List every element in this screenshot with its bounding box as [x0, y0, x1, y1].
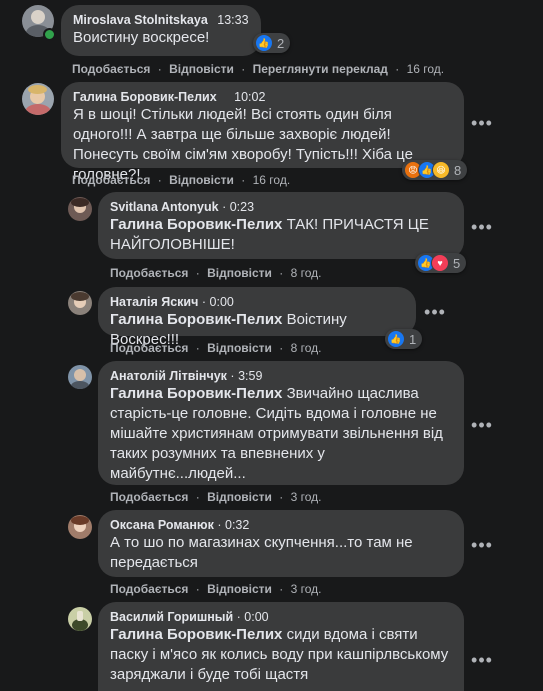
comment-time[interactable]: 10:02: [234, 90, 265, 104]
comment-actions: Подобається · Відповісти · 8 год.: [110, 266, 322, 280]
comment-actions: Подобається · Відповісти · 3 год.: [110, 490, 322, 504]
reaction-count: 2: [277, 35, 285, 51]
reaction-summary[interactable]: 😡 👍 😆 8: [402, 160, 468, 180]
more-options-icon[interactable]: •••: [470, 218, 494, 236]
reaction-count: 1: [409, 331, 417, 347]
comment-author[interactable]: Наталія Яскич: [110, 295, 198, 309]
comment-time[interactable]: 0:00: [244, 610, 268, 624]
comment-time[interactable]: 0:23: [230, 200, 254, 214]
reply-link[interactable]: Відповісти: [207, 582, 272, 596]
comment-age[interactable]: 8 год.: [291, 266, 322, 280]
like-icon: 👍: [387, 330, 405, 348]
comment-author[interactable]: Анатолій Літвінчук: [110, 369, 227, 383]
more-options-icon[interactable]: •••: [470, 416, 494, 434]
reply-link[interactable]: Відповісти: [207, 341, 272, 355]
avatar[interactable]: [68, 197, 92, 221]
comment-age[interactable]: 3 год.: [291, 490, 322, 504]
more-options-icon[interactable]: •••: [470, 651, 494, 669]
comment-time[interactable]: 13:33: [217, 13, 248, 27]
avatar[interactable]: [68, 365, 92, 389]
comment-age[interactable]: 16 год.: [407, 62, 445, 76]
comment-author[interactable]: Miroslava Stolnitskaya: [73, 13, 208, 27]
comment-age[interactable]: 8 год.: [291, 341, 322, 355]
like-link[interactable]: Подобається: [110, 266, 188, 280]
love-icon: ♥: [431, 254, 449, 272]
more-options-icon[interactable]: •••: [470, 536, 494, 554]
like-link[interactable]: Подобається: [72, 62, 150, 76]
comment-bubble: Наталія Яскич · 0:00 Галина Боровик-Пели…: [98, 287, 416, 348]
mentioned-user[interactable]: Галина Боровик-Пелих: [110, 216, 282, 233]
comment-time[interactable]: 0:32: [225, 518, 249, 532]
comment-bubble: Галина Боровик-Пелих 10:02 Я в шоці! Сті…: [61, 82, 464, 183]
more-options-icon[interactable]: •••: [423, 303, 447, 321]
comment-time[interactable]: 3:59: [238, 369, 262, 383]
reaction-summary[interactable]: 👍 ♥ 5: [415, 253, 467, 273]
reply-link[interactable]: Відповісти: [169, 62, 234, 76]
comment-time[interactable]: 0:00: [210, 295, 234, 309]
comment-bubble: Анатолій Літвінчук · 3:59 Галина Боровик…: [98, 361, 464, 485]
comment-author[interactable]: Оксана Романюк: [110, 518, 214, 532]
comment-author[interactable]: Василий Горишный: [110, 610, 233, 624]
avatar[interactable]: [22, 83, 54, 115]
reaction-summary[interactable]: 👍 1: [385, 329, 423, 349]
like-link[interactable]: Подобається: [110, 341, 188, 355]
comment-text: Воистину воскресе!: [73, 29, 210, 46]
comment-age[interactable]: 3 год.: [291, 582, 322, 596]
comment-bubble: Miroslava Stolnitskaya 13:33 Воистину во…: [61, 5, 261, 56]
avatar[interactable]: [68, 515, 92, 539]
comment-age[interactable]: 16 год.: [253, 173, 291, 187]
online-status-indicator: [43, 28, 56, 41]
mentioned-user[interactable]: Галина Боровик-Пелих: [110, 626, 282, 643]
comment-actions: Подобається · Відповісти · 3 год.: [110, 582, 322, 596]
like-link[interactable]: Подобається: [110, 582, 188, 596]
reaction-count: 8: [454, 162, 462, 178]
comment-bubble: Василий Горишный · 0:00 Галина Боровик-П…: [98, 602, 464, 691]
comment-actions: Подобається · Відповісти · 8 год.: [110, 341, 322, 355]
mentioned-user[interactable]: Галина Боровик-Пелих: [110, 385, 282, 402]
comment-author[interactable]: Svitlana Antonyuk: [110, 200, 219, 214]
reply-link[interactable]: Відповісти: [207, 266, 272, 280]
comment-text: А то шо по магазинах скупчення...то там …: [110, 534, 413, 571]
reply-link[interactable]: Відповісти: [169, 173, 234, 187]
reply-link[interactable]: Відповісти: [207, 490, 272, 504]
comment-author[interactable]: Галина Боровик-Пелих: [73, 90, 217, 104]
comment-bubble: Оксана Романюк · 0:32 А то шо по магазин…: [98, 510, 464, 577]
like-link[interactable]: Подобається: [110, 490, 188, 504]
avatar[interactable]: [68, 607, 92, 631]
like-icon: 👍: [255, 34, 273, 52]
like-link[interactable]: Подобається: [72, 173, 150, 187]
reaction-summary[interactable]: 👍 2: [253, 33, 291, 53]
comment-actions: Подобається · Відповісти · Переглянути п…: [72, 62, 445, 76]
avatar[interactable]: [68, 291, 92, 315]
comment-bubble: Svitlana Antonyuk · 0:23 Галина Боровик-…: [98, 192, 464, 259]
more-options-icon[interactable]: •••: [470, 114, 494, 132]
comment-actions: Подобається · Відповісти · 16 год.: [72, 173, 291, 187]
haha-icon: 😆: [432, 161, 450, 179]
mentioned-user[interactable]: Галина Боровик-Пелих: [110, 311, 282, 328]
see-translation-link[interactable]: Переглянути переклад: [253, 62, 388, 76]
reaction-count: 5: [453, 255, 461, 271]
